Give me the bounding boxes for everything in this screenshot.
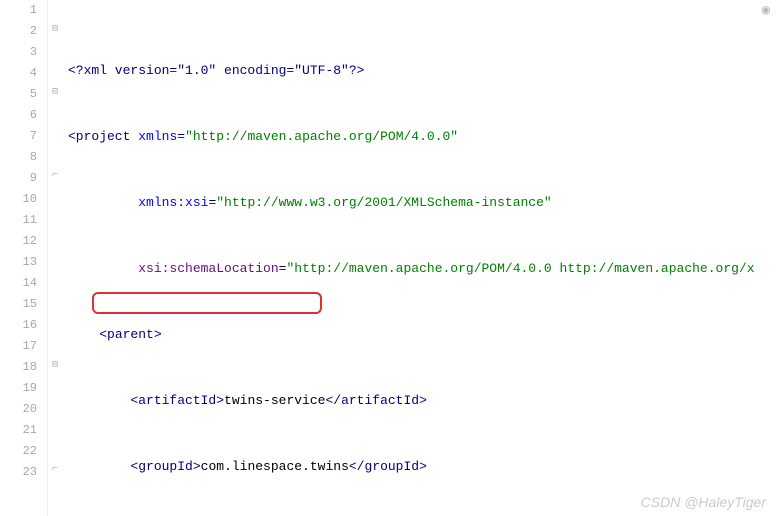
line-number: 18 xyxy=(0,357,37,378)
line-number: 8 xyxy=(0,147,37,168)
code-line[interactable]: xmlns:xsi="http://www.w3.org/2001/XMLSch… xyxy=(64,192,776,213)
tag: </artifactId> xyxy=(325,393,426,408)
text: twins-service xyxy=(224,393,325,408)
eye-icon[interactable]: ◉ xyxy=(762,2,770,19)
tag: <parent> xyxy=(99,327,161,342)
attr: xmlns xyxy=(138,129,177,144)
line-number: 22 xyxy=(0,441,37,462)
fold-end-icon: ⌐ xyxy=(50,464,60,475)
code-line[interactable]: <artifactId>twins-service</artifactId> xyxy=(64,390,776,411)
attr-value: "http://www.w3.org/2001/XMLSchema-instan… xyxy=(216,195,551,210)
attr-value: "http://maven.apache.org/POM/4.0.0" xyxy=(185,129,458,144)
text: com.linespace.twins xyxy=(201,459,349,474)
tag: <groupId> xyxy=(130,459,200,474)
line-number: 6 xyxy=(0,105,37,126)
attr: xsi:schemaLocation xyxy=(138,261,278,276)
line-number: 16 xyxy=(0,315,37,336)
line-number: 19 xyxy=(0,378,37,399)
line-number: 17 xyxy=(0,336,37,357)
line-number: 14 xyxy=(0,273,37,294)
code-line[interactable]: <parent> xyxy=(64,324,776,345)
line-number: 15 xyxy=(0,294,37,315)
tag: <artifactId> xyxy=(130,393,224,408)
fold-toggle-icon[interactable]: ⊟ xyxy=(50,86,60,98)
line-number: 20 xyxy=(0,399,37,420)
code-area[interactable]: ◉ <?xml version="1.0" encoding="UTF-8"?>… xyxy=(64,0,776,516)
line-number: 2 xyxy=(0,21,37,42)
line-number: 21 xyxy=(0,420,37,441)
tag: </groupId> xyxy=(349,459,427,474)
line-number-gutter: 1 2 3 4 5 6 7 8 9 10 11 12 13 14 15 16 1… xyxy=(0,0,48,516)
code-line[interactable]: <?xml version="1.0" encoding="UTF-8"?> xyxy=(64,60,776,81)
attr: xmlns:xsi xyxy=(138,195,208,210)
attr-value: "http://maven.apache.org/POM/4.0.0 http:… xyxy=(286,261,754,276)
highlight-annotation xyxy=(92,292,322,314)
line-number: 9 xyxy=(0,168,37,189)
line-number: 4 xyxy=(0,63,37,84)
line-number: 13 xyxy=(0,252,37,273)
line-number: 11 xyxy=(0,210,37,231)
line-number: 7 xyxy=(0,126,37,147)
code-line[interactable]: <groupId>com.linespace.twins</groupId> xyxy=(64,456,776,477)
code-line[interactable]: <project xmlns="http://maven.apache.org/… xyxy=(64,126,776,147)
line-number: 10 xyxy=(0,189,37,210)
code-editor[interactable]: 1 2 3 4 5 6 7 8 9 10 11 12 13 14 15 16 1… xyxy=(0,0,776,516)
line-number: 12 xyxy=(0,231,37,252)
fold-toggle-icon[interactable]: ⊟ xyxy=(50,23,60,35)
fold-toggle-icon[interactable]: ⊟ xyxy=(50,359,60,371)
tag: <project xyxy=(68,129,130,144)
line-number: 5 xyxy=(0,84,37,105)
line-number: 1 xyxy=(0,0,37,21)
code-line[interactable]: xsi:schemaLocation="http://maven.apache.… xyxy=(64,258,776,279)
watermark: CSDN @HaleyTiger xyxy=(641,494,766,510)
fold-column[interactable]: ⊟ ⊟ ⌐ ⊟ ⌐ xyxy=(48,0,64,516)
line-number: 23 xyxy=(0,462,37,483)
line-number: 3 xyxy=(0,42,37,63)
xml-declaration: <?xml version="1.0" encoding="UTF-8"?> xyxy=(68,63,364,78)
fold-end-icon: ⌐ xyxy=(50,170,60,181)
